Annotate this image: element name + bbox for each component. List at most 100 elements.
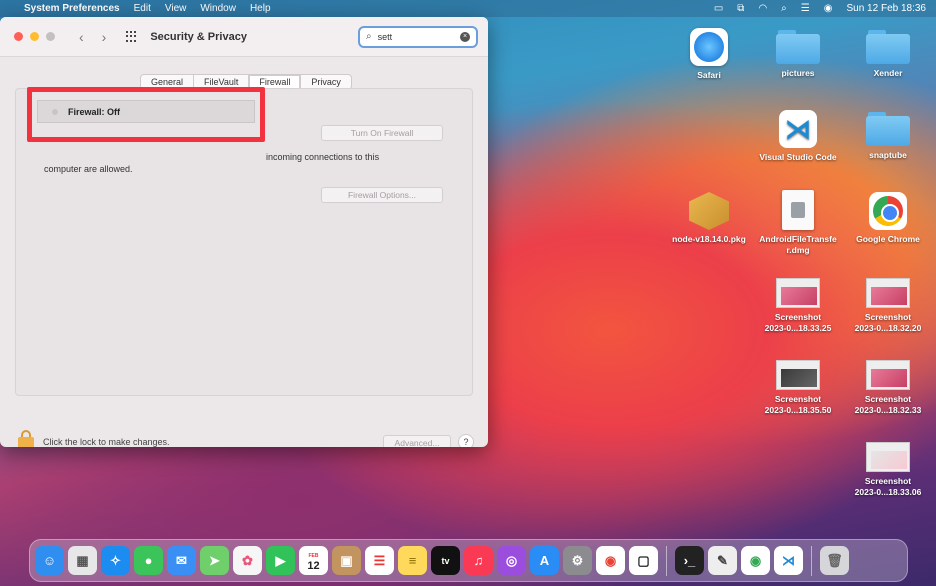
dock-script-editor-icon[interactable]: ✎ bbox=[708, 546, 737, 575]
desktop-item-screenshot-5[interactable]: Screenshot 2023-0...18.33.06 bbox=[843, 442, 933, 498]
desktop-item-pictures[interactable]: pictures bbox=[753, 30, 843, 79]
desktop-item-screenshot-1[interactable]: Screenshot 2023-0...18.33.25 bbox=[753, 278, 843, 334]
screenshot-thumbnail-icon bbox=[776, 360, 820, 390]
window-title: Security & Privacy bbox=[150, 30, 247, 43]
navigation-arrows: ‹ › bbox=[79, 29, 106, 45]
dock-separator bbox=[811, 545, 812, 576]
menu-view[interactable]: View bbox=[165, 3, 187, 14]
desktop-item-snaptube[interactable]: snaptube bbox=[843, 112, 933, 161]
search-input[interactable]: sett bbox=[378, 32, 460, 42]
dock-vscode-icon[interactable]: ⋊ bbox=[774, 546, 803, 575]
screenshot-thumbnail-icon bbox=[866, 360, 910, 390]
chrome-icon bbox=[869, 192, 907, 230]
show-all-grid-icon[interactable] bbox=[126, 30, 138, 43]
folder-icon bbox=[866, 30, 910, 64]
desktop-item-screenshot-3[interactable]: Screenshot 2023-0...18.35.50 bbox=[753, 360, 843, 416]
desktop-item-label: Screenshot bbox=[774, 394, 822, 404]
dock-calendar-icon[interactable]: FEB 12 bbox=[299, 546, 328, 575]
menu-bar: System Preferences Edit View Window Help… bbox=[0, 0, 936, 17]
desktop-item-node-pkg[interactable]: node-v18.14.0.pkg bbox=[664, 192, 754, 245]
firewall-options-button[interactable]: Firewall Options... bbox=[321, 187, 443, 203]
dock-finder-icon[interactable]: ☺ bbox=[35, 546, 64, 575]
battery-icon[interactable]: ▭ bbox=[714, 3, 723, 14]
dock-contacts-icon[interactable]: ▣ bbox=[332, 546, 361, 575]
turn-on-firewall-button[interactable]: Turn On Firewall bbox=[321, 125, 443, 141]
desktop-item-label: Screenshot bbox=[864, 476, 912, 486]
dock-terminal-icon[interactable]: ›_ bbox=[675, 546, 704, 575]
desktop-item-label: Visual Studio Code bbox=[759, 152, 837, 162]
dock-appletv-icon[interactable]: tv bbox=[431, 546, 460, 575]
package-icon bbox=[689, 192, 729, 230]
menu-help[interactable]: Help bbox=[250, 3, 271, 14]
forward-arrow-icon[interactable]: › bbox=[102, 29, 107, 45]
desktop-item-label: Screenshot bbox=[864, 312, 912, 322]
desktop-item-label: Xender bbox=[873, 68, 903, 78]
search-field[interactable]: ⌕ sett × bbox=[358, 25, 478, 48]
calendar-month: FEB bbox=[308, 552, 319, 559]
tab-privacy[interactable]: Privacy bbox=[301, 75, 351, 89]
dock-facetime-icon[interactable]: ▶ bbox=[266, 546, 295, 575]
firewall-description-line-1: incoming connections to this bbox=[266, 152, 380, 162]
dock-chrome-2-icon[interactable]: ◉ bbox=[741, 546, 770, 575]
control-center-icon[interactable]: ☰ bbox=[801, 3, 810, 14]
screenshot-thumbnail-icon bbox=[866, 278, 910, 308]
firewall-status-label: Firewall: Off bbox=[68, 106, 121, 117]
menubar-clock[interactable]: Sun 12 Feb 18:36 bbox=[846, 3, 926, 14]
dock-photos-icon[interactable]: ✿ bbox=[233, 546, 262, 575]
desktop-item-label: 2023-0...18.33.25 bbox=[764, 323, 832, 333]
dock-messages-icon[interactable]: ● bbox=[134, 546, 163, 575]
dock-brackets-icon[interactable]: ▢ bbox=[629, 546, 658, 575]
desktop-item-xender[interactable]: Xender bbox=[843, 30, 933, 79]
help-button[interactable]: ? bbox=[458, 434, 474, 447]
dock-trash-icon[interactable]: 🗑 bbox=[820, 546, 849, 575]
dock-mail-icon[interactable]: ✉ bbox=[167, 546, 196, 575]
wifi-icon[interactable]: ◠ bbox=[758, 3, 767, 14]
dock-reminders-icon[interactable]: ☰ bbox=[365, 546, 394, 575]
firewall-description-line-2: computer are allowed. bbox=[44, 164, 133, 174]
minimize-window-button[interactable] bbox=[30, 32, 39, 41]
lock-icon[interactable] bbox=[18, 430, 34, 447]
screen-mirroring-icon[interactable]: ⧉ bbox=[737, 3, 744, 14]
menu-window[interactable]: Window bbox=[200, 3, 236, 14]
desktop-item-label: 2023-0...18.32.33 bbox=[854, 405, 922, 415]
advanced-button[interactable]: Advanced... bbox=[383, 435, 451, 447]
close-window-button[interactable] bbox=[14, 32, 23, 41]
desktop-item-label: r.dmg bbox=[786, 245, 810, 255]
screenshot-thumbnail-icon bbox=[776, 278, 820, 308]
desktop-item-vscode[interactable]: ⋊ Visual Studio Code bbox=[753, 110, 843, 163]
desktop-item-label: node-v18.14.0.pkg bbox=[672, 234, 746, 244]
back-arrow-icon[interactable]: ‹ bbox=[79, 29, 84, 45]
vscode-icon: ⋊ bbox=[779, 110, 817, 148]
desktop-item-screenshot-2[interactable]: Screenshot 2023-0...18.32.20 bbox=[843, 278, 933, 334]
zoom-window-button[interactable] bbox=[46, 32, 55, 41]
dock: ☺ ▦ ✧ ● ✉ ➤ ✿ ▶ FEB 12 ▣ ☰ ≡ tv ♫ ◎ A ⚙ … bbox=[29, 539, 908, 582]
desktop-item-android-dmg[interactable]: AndroidFileTransfe r.dmg bbox=[753, 190, 843, 256]
dock-appstore-icon[interactable]: A bbox=[530, 546, 559, 575]
clear-search-icon[interactable]: × bbox=[460, 31, 470, 42]
dock-notes-icon[interactable]: ≡ bbox=[398, 546, 427, 575]
dock-launchpad-icon[interactable]: ▦ bbox=[68, 546, 97, 575]
desktop-item-label: 2023-0...18.35.50 bbox=[764, 405, 832, 415]
dock-system-preferences-icon[interactable]: ⚙ bbox=[563, 546, 592, 575]
dock-separator bbox=[666, 545, 667, 576]
dock-podcasts-icon[interactable]: ◎ bbox=[497, 546, 526, 575]
spotlight-icon[interactable]: ⌕ bbox=[781, 3, 787, 14]
siri-icon[interactable]: ◉ bbox=[824, 3, 833, 14]
desktop-item-screenshot-4[interactable]: Screenshot 2023-0...18.32.33 bbox=[843, 360, 933, 416]
desktop-item-label: Safari bbox=[697, 70, 721, 80]
window-titlebar: ‹ › Security & Privacy ⌕ sett × bbox=[0, 17, 488, 57]
desktop-item-safari[interactable]: Safari bbox=[664, 28, 754, 81]
menu-app-name[interactable]: System Preferences bbox=[24, 3, 120, 14]
dock-maps-icon[interactable]: ➤ bbox=[200, 546, 229, 575]
desktop-item-label: Google Chrome bbox=[856, 234, 920, 244]
lock-hint-text: Click the lock to make changes. bbox=[43, 437, 170, 447]
dock-chrome-icon[interactable]: ◉ bbox=[596, 546, 625, 575]
menu-edit[interactable]: Edit bbox=[134, 3, 151, 14]
desktop-item-label: Screenshot bbox=[864, 394, 912, 404]
firewall-status-highlight: Firewall: Off bbox=[27, 87, 265, 142]
desktop-item-chrome[interactable]: Google Chrome bbox=[843, 192, 933, 245]
desktop-item-label: AndroidFileTransfe bbox=[759, 234, 837, 244]
dock-safari-icon[interactable]: ✧ bbox=[101, 546, 130, 575]
dock-music-icon[interactable]: ♫ bbox=[464, 546, 493, 575]
desktop-item-label: 2023-0...18.33.06 bbox=[854, 487, 922, 497]
